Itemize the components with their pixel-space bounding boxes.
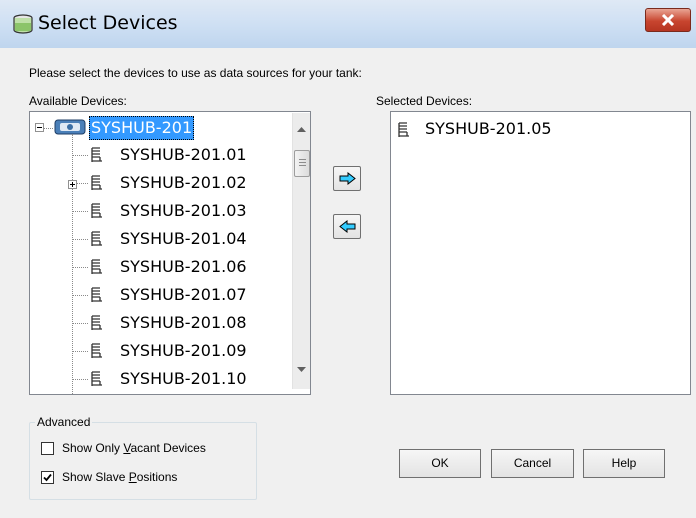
- left-arrow-icon: [339, 220, 356, 233]
- scroll-up-icon[interactable]: [297, 127, 306, 133]
- available-devices-label: Available Devices:: [29, 94, 127, 108]
- right-arrow-icon: [339, 172, 356, 185]
- scroll-thumb[interactable]: [294, 150, 310, 177]
- tree-scrollbar[interactable]: [292, 113, 310, 389]
- remove-device-button[interactable]: [333, 214, 361, 239]
- tree-item-label: SYSHUB-201.10: [120, 369, 247, 388]
- help-button[interactable]: Help: [583, 449, 665, 478]
- tree-root-syshub[interactable]: SYSHUB-201: [89, 116, 195, 140]
- selected-devices-label: Selected Devices:: [376, 94, 473, 108]
- title-bar[interactable]: Select Devices: [0, 0, 696, 48]
- advanced-group-title: Advanced: [35, 415, 93, 429]
- ok-button[interactable]: OK: [399, 449, 481, 478]
- add-device-button[interactable]: [333, 166, 361, 191]
- tree-root-expander[interactable]: [35, 123, 44, 132]
- tree-item-expander[interactable]: [68, 180, 77, 189]
- tree-item[interactable]: SYSHUB-201.08: [72, 310, 290, 336]
- hub-icon: [54, 119, 86, 135]
- tree-item[interactable]: SYSHUB-201.02: [72, 170, 290, 196]
- list-item[interactable]: SYSHUB-201.05: [397, 118, 677, 142]
- tree-item[interactable]: SYSHUB-201.06: [72, 254, 290, 280]
- tree-item[interactable]: SYSHUB-201.09: [72, 338, 290, 364]
- tree-item[interactable]: SYSHUB-201.04: [72, 226, 290, 252]
- show-slave-checkbox-row[interactable]: Show Slave Positions: [41, 470, 241, 487]
- show-slave-label: Show Slave Positions: [62, 470, 178, 484]
- tree-item-label: SYSHUB-201.02: [120, 173, 247, 192]
- tree-item-label: SYSHUB-201.03: [120, 201, 247, 220]
- list-item-label: SYSHUB-201.05: [425, 119, 552, 138]
- tree-item-label: SYSHUB-201.01: [120, 145, 247, 164]
- dialog-body: Please select the devices to use as data…: [8, 48, 696, 518]
- available-devices-tree[interactable]: SYSHUB-201 SYSHUB-201.01 SYSHUB-201.02 SYS…: [29, 111, 311, 395]
- device-icon: [91, 203, 102, 218]
- show-slave-checkbox[interactable]: [41, 471, 54, 484]
- tree-item-label: SYSHUB-201.07: [120, 285, 247, 304]
- device-icon: [91, 259, 102, 274]
- device-icon: [91, 231, 102, 246]
- tree-item[interactable]: SYSHUB-201.10: [72, 366, 290, 392]
- device-icon: [91, 371, 102, 386]
- tree-item[interactable]: SYSHUB-201.03: [72, 198, 290, 224]
- tree-item-label: SYSHUB-201.08: [120, 313, 247, 332]
- instructions-text: Please select the devices to use as data…: [29, 66, 362, 80]
- tree-item-label: SYSHUB-201.09: [120, 341, 247, 360]
- show-vacant-checkbox-row[interactable]: Show Only Vacant Devices: [41, 441, 241, 458]
- advanced-groupbox: [29, 422, 257, 500]
- cancel-button[interactable]: Cancel: [491, 449, 574, 478]
- tree-item-label: SYSHUB-201.06: [120, 257, 247, 276]
- device-icon: [398, 122, 409, 137]
- checkmark-icon: [43, 473, 52, 482]
- window-title: Select Devices: [38, 12, 178, 34]
- scroll-down-icon[interactable]: [297, 367, 306, 373]
- select-devices-dialog: Select Devices Please select the devices…: [0, 0, 696, 518]
- device-icon: [91, 343, 102, 358]
- show-vacant-checkbox[interactable]: [41, 442, 54, 455]
- close-button[interactable]: [645, 8, 691, 32]
- device-icon: [91, 175, 102, 190]
- tree-item-label: SYSHUB-201.04: [120, 229, 247, 248]
- tank-icon: [13, 14, 33, 34]
- close-x-icon: [661, 14, 675, 26]
- show-vacant-label: Show Only Vacant Devices: [62, 441, 206, 455]
- tree-item[interactable]: SYSHUB-201.07: [72, 282, 290, 308]
- device-icon: [91, 287, 102, 302]
- tree-root-label: SYSHUB-201: [91, 118, 193, 137]
- device-icon: [91, 147, 102, 162]
- selected-devices-list[interactable]: SYSHUB-201.05: [390, 111, 691, 395]
- device-icon: [91, 315, 102, 330]
- tree-item[interactable]: SYSHUB-201.01: [72, 142, 290, 168]
